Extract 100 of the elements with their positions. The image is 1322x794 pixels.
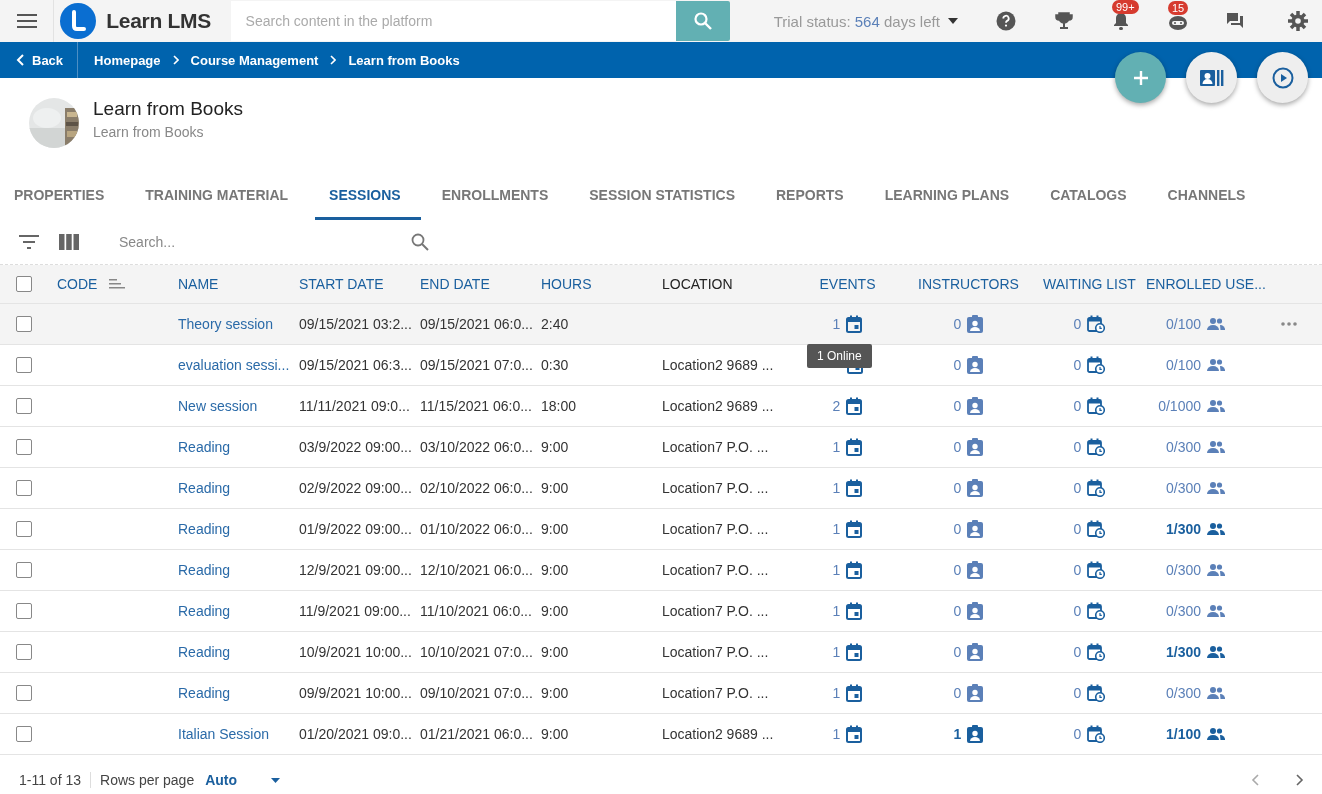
calendar-clock-icon[interactable] xyxy=(1087,479,1106,497)
column-header[interactable]: END DATE xyxy=(420,276,490,292)
checkbox[interactable] xyxy=(15,562,32,578)
calendar-icon[interactable] xyxy=(846,561,863,579)
column-header[interactable]: START DATE xyxy=(299,276,384,292)
badge-person-icon[interactable] xyxy=(967,397,984,415)
session-name-link[interactable]: evaluation sessi... xyxy=(178,357,290,373)
column-header[interactable]: WAITING LIST xyxy=(1043,276,1136,292)
help-icon[interactable] xyxy=(996,11,1016,31)
back-button[interactable]: Back xyxy=(0,42,79,78)
settings-icon[interactable] xyxy=(1288,11,1308,31)
tab[interactable]: CATALOGS xyxy=(1036,160,1147,220)
calendar-clock-icon[interactable] xyxy=(1087,602,1106,620)
search-field[interactable]: Search content in the platform xyxy=(230,1,677,41)
calendar-icon[interactable] xyxy=(846,397,863,415)
tab[interactable]: SESSION STATISTICS xyxy=(575,160,755,220)
calendar-clock-icon[interactable] xyxy=(1087,520,1106,538)
calendar-icon[interactable] xyxy=(846,520,863,538)
checkbox[interactable] xyxy=(15,398,32,414)
badge-person-icon[interactable] xyxy=(967,684,984,702)
calendar-icon[interactable] xyxy=(846,438,863,456)
breadcrumb-link[interactable]: Course Management xyxy=(190,52,319,68)
tab[interactable]: TRAINING MATERIAL xyxy=(131,160,309,220)
session-name-link[interactable]: Reading xyxy=(178,685,231,701)
users-icon[interactable] xyxy=(1207,358,1225,372)
calendar-clock-icon[interactable] xyxy=(1087,643,1106,661)
columns-icon[interactable] xyxy=(59,234,79,250)
session-name-link[interactable]: Theory session xyxy=(178,316,273,332)
session-name-link[interactable]: Reading xyxy=(178,521,231,537)
users-icon[interactable] xyxy=(1207,399,1225,413)
column-header[interactable]: ENROLLED USE... xyxy=(1146,276,1266,292)
users-icon[interactable] xyxy=(1207,686,1225,700)
checkbox[interactable] xyxy=(15,480,32,496)
session-name-link[interactable]: Reading xyxy=(178,603,231,619)
calendar-clock-icon[interactable] xyxy=(1087,561,1106,579)
session-name-link[interactable]: Reading xyxy=(178,439,231,455)
bell-icon[interactable] xyxy=(1112,11,1130,31)
column-header[interactable]: INSTRUCTORS xyxy=(918,276,1019,292)
badge-person-icon[interactable] xyxy=(967,725,984,743)
calendar-clock-icon[interactable] xyxy=(1087,725,1106,743)
tab[interactable]: SESSIONS xyxy=(315,160,421,220)
breadcrumb-link[interactable]: Homepage xyxy=(94,52,161,68)
checkbox[interactable] xyxy=(15,357,32,373)
calendar-clock-icon[interactable] xyxy=(1087,684,1106,702)
users-icon[interactable] xyxy=(1207,522,1225,536)
calendar-clock-icon[interactable] xyxy=(1087,397,1106,415)
trial-status-dropdown[interactable]: Trial status: 564 days left xyxy=(773,12,958,30)
calendar-clock-icon[interactable] xyxy=(1087,315,1106,333)
calendar-clock-icon[interactable] xyxy=(1087,438,1106,456)
checkbox[interactable] xyxy=(15,644,32,660)
sort-icon[interactable] xyxy=(109,279,126,289)
calendar-icon[interactable] xyxy=(846,479,863,497)
column-header[interactable]: EVENTS xyxy=(819,276,876,292)
filter-icon[interactable] xyxy=(19,235,39,249)
badge-person-icon[interactable] xyxy=(967,438,984,456)
badge-person-icon[interactable] xyxy=(967,602,984,620)
badge-person-icon[interactable] xyxy=(967,520,984,538)
badge-person-icon[interactable] xyxy=(967,643,984,661)
users-icon[interactable] xyxy=(1207,481,1225,495)
calendar-icon[interactable] xyxy=(846,602,863,620)
tab[interactable]: ENROLLMENTS xyxy=(427,160,569,220)
calendar-icon[interactable] xyxy=(846,643,863,661)
calendar-icon[interactable] xyxy=(846,684,863,702)
more-icon[interactable] xyxy=(1281,322,1297,326)
checkbox[interactable] xyxy=(15,521,32,537)
search-icon[interactable] xyxy=(411,233,429,251)
checkbox[interactable] xyxy=(15,439,32,455)
tab[interactable]: REPORTS xyxy=(762,160,864,220)
tab[interactable]: LEARNING PLANS xyxy=(870,160,1030,220)
column-header[interactable]: NAME xyxy=(178,276,219,292)
trophy-icon[interactable] xyxy=(1054,11,1074,31)
column-header[interactable]: CODE xyxy=(57,276,98,292)
checkbox[interactable] xyxy=(15,726,32,742)
users-icon[interactable] xyxy=(1207,563,1225,577)
calendar-icon[interactable] xyxy=(846,725,863,743)
badge-person-icon[interactable] xyxy=(967,479,984,497)
users-icon[interactable] xyxy=(1207,440,1225,454)
next-page-icon[interactable] xyxy=(1296,774,1304,786)
rows-per-page-dropdown[interactable]: Auto xyxy=(205,772,281,788)
breadcrumb-link[interactable]: Learn from Books xyxy=(348,52,460,68)
users-icon[interactable] xyxy=(1207,604,1225,618)
tab[interactable]: CHANNELS xyxy=(1153,160,1266,220)
checkbox[interactable] xyxy=(15,603,32,619)
session-name-link[interactable]: Italian Session xyxy=(178,726,270,742)
badge-person-icon[interactable] xyxy=(967,315,984,333)
column-header[interactable]: HOURS xyxy=(541,276,592,292)
chat-icon[interactable] xyxy=(1226,12,1244,30)
session-name-link[interactable]: Reading xyxy=(178,644,231,660)
users-icon[interactable] xyxy=(1207,727,1225,741)
checkbox[interactable] xyxy=(15,685,32,701)
search-field[interactable]: Search... xyxy=(117,233,411,251)
badge-person-icon[interactable] xyxy=(967,561,984,579)
badge-person-icon[interactable] xyxy=(967,356,984,374)
checkbox[interactable] xyxy=(15,276,32,292)
users-icon[interactable] xyxy=(1207,317,1225,331)
users-icon[interactable] xyxy=(1207,645,1225,659)
checkbox[interactable] xyxy=(15,316,32,332)
session-name-link[interactable]: Reading xyxy=(178,562,231,578)
tab[interactable]: PROPERTIES xyxy=(0,160,125,220)
calendar-icon[interactable] xyxy=(846,315,863,333)
